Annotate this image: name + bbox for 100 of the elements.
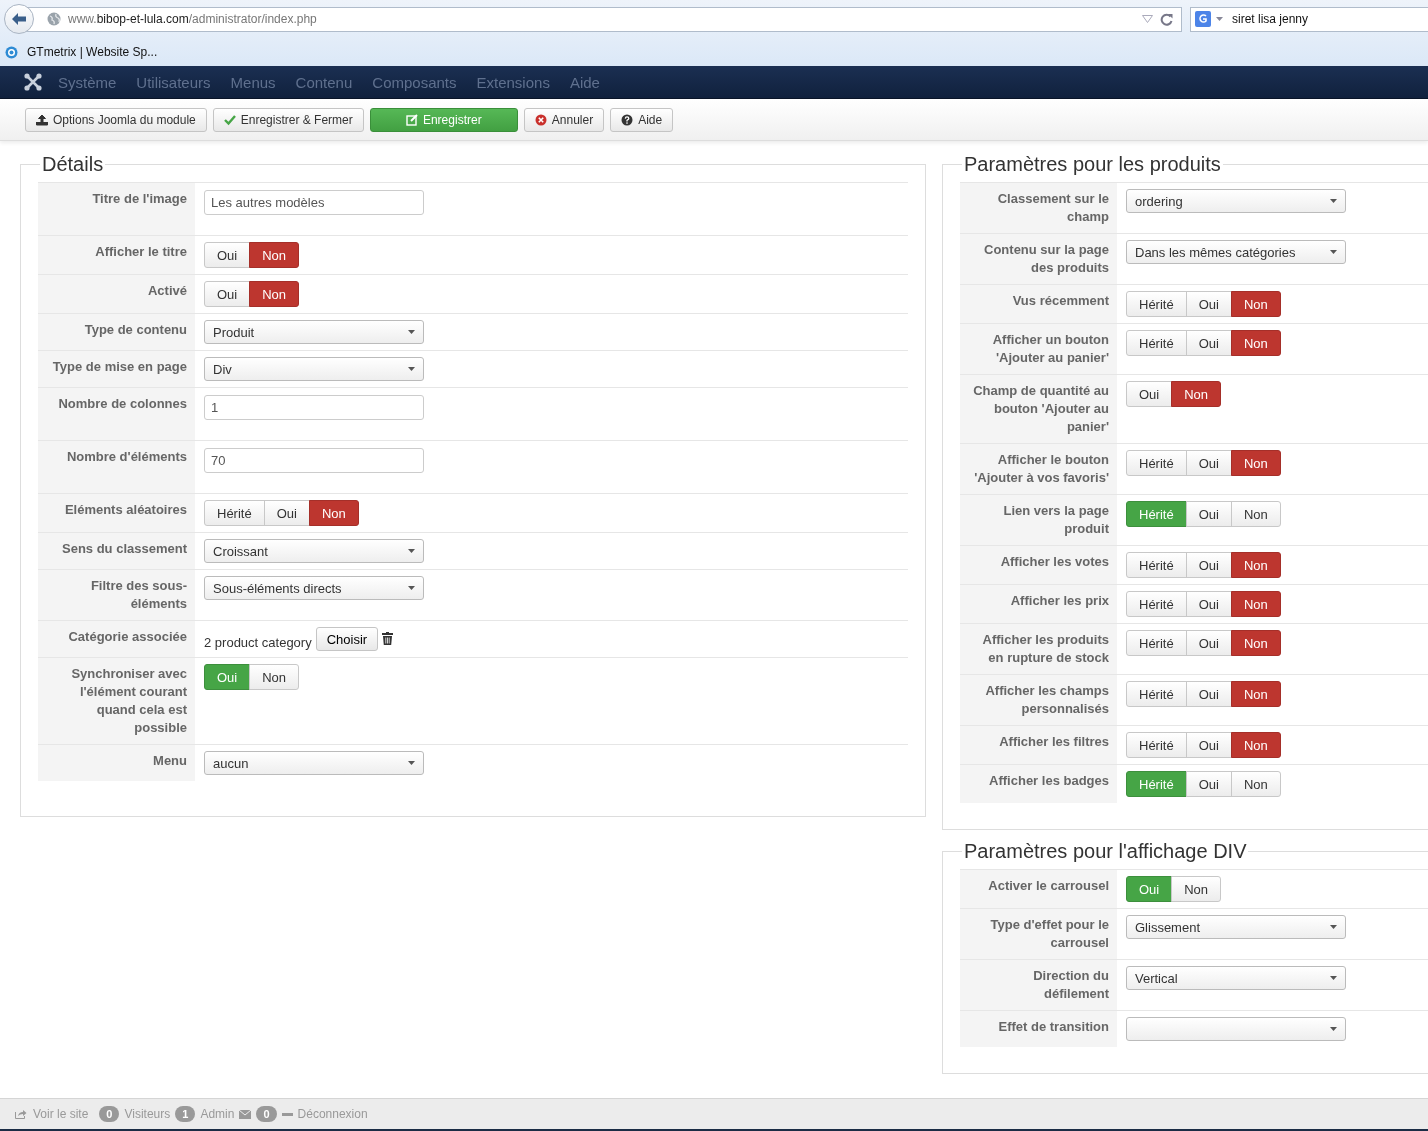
field-label: Effet de transition — [960, 1011, 1117, 1047]
field-label: Classement sur le champ — [960, 183, 1117, 233]
caret-icon — [408, 549, 415, 553]
caret-icon — [1330, 250, 1337, 254]
category-value: 2 product category — [204, 635, 312, 650]
section-title: Paramètres pour l'affichage DIV — [963, 840, 1248, 863]
toggle-option[interactable]: Hérité — [1126, 681, 1187, 707]
toggle-option[interactable]: Oui — [204, 242, 251, 268]
toolbar-button[interactable]: Enregistrer & Fermer — [212, 107, 364, 132]
field-label: Lien vers la page produit — [960, 495, 1117, 545]
share-icon — [15, 1109, 27, 1119]
toggle-option[interactable]: Non — [1230, 591, 1281, 617]
globe-icon — [47, 12, 61, 26]
caret-icon — [1216, 17, 1223, 21]
count-badge: 0 — [256, 1106, 277, 1122]
dropdown[interactable]: Croissant — [204, 539, 424, 563]
dropdown[interactable]: Dans les mêmes catégories — [1126, 240, 1346, 264]
dropdown[interactable]: Vertical — [1126, 966, 1346, 990]
edit-icon — [405, 113, 418, 126]
toggle-option[interactable]: Hérité — [1126, 330, 1187, 356]
choose-button[interactable]: Choisir — [315, 627, 379, 651]
toggle-option[interactable]: Non — [1230, 681, 1281, 707]
toggle-option[interactable]: Non — [1230, 552, 1281, 578]
toggle-option[interactable]: Non — [1230, 732, 1281, 758]
toolbar-button[interactable]: Aide — [610, 107, 674, 132]
toggle-option[interactable]: Oui — [1185, 630, 1232, 656]
x-circle-icon — [534, 113, 547, 126]
toggle-option[interactable]: Oui — [1185, 450, 1232, 476]
toggle-option[interactable]: Oui — [1185, 330, 1232, 356]
toggle-option[interactable]: Non — [308, 500, 359, 526]
dropdown[interactable]: Glissement — [1126, 915, 1346, 939]
field-label: Synchroniser avec l'élément courant quand cela est possible — [38, 658, 195, 744]
toggle-option[interactable]: Hérité — [1126, 450, 1187, 476]
dropdown[interactable]: Produit — [204, 320, 424, 344]
toggle-option[interactable]: Oui — [1185, 732, 1232, 758]
toggle-option[interactable]: Hérité — [1126, 552, 1187, 578]
toggle-option[interactable]: Non — [1230, 291, 1281, 317]
toggle-option[interactable]: Hérité — [204, 500, 265, 526]
toggle-option[interactable]: Non — [249, 281, 300, 307]
text-field[interactable]: 1 — [204, 395, 424, 420]
toggle-option[interactable]: Oui — [1185, 771, 1232, 797]
toolbar-button[interactable]: Options Joomla du module — [25, 107, 207, 132]
minus-icon — [281, 1112, 293, 1116]
count-badge: 1 — [175, 1106, 196, 1122]
field-label: Direction du défilement — [960, 960, 1117, 1010]
toggle-option[interactable]: Oui — [1185, 681, 1232, 707]
field-label: Afficher les filtres — [960, 726, 1117, 764]
toggle-option[interactable]: Hérité — [1126, 591, 1187, 617]
toggle-option[interactable]: Non — [1230, 330, 1281, 356]
toggle-option[interactable]: Oui — [1126, 381, 1173, 407]
bookmark-favicon-icon — [5, 45, 18, 59]
dropdown[interactable]: ordering — [1126, 189, 1346, 213]
toggle-option[interactable]: Non — [1230, 501, 1281, 527]
field-label: Vus récemment — [960, 285, 1117, 323]
count-badge: 0 — [99, 1106, 120, 1122]
toolbar-button[interactable]: Annuler — [523, 107, 605, 132]
toggle-option[interactable]: Hérité — [1126, 732, 1187, 758]
toggle-option[interactable]: Hérité — [1126, 291, 1187, 317]
search-field[interactable]: siret lisa jenny — [1190, 6, 1428, 32]
field-label: Titre de l'image — [38, 183, 195, 235]
toggle-option[interactable]: Oui — [1185, 501, 1232, 527]
field-label: Nombre d'éléments — [38, 441, 195, 493]
trash-icon — [382, 632, 394, 645]
toggle-option[interactable]: Non — [1230, 630, 1281, 656]
dropdown[interactable]: Div — [204, 357, 424, 381]
back-button[interactable] — [4, 4, 34, 34]
check-icon — [223, 113, 236, 126]
field-label: Menu — [38, 745, 195, 781]
address-field[interactable]: www.bibop-et-lula.com/administrator/index.php — [26, 6, 1182, 32]
toggle-option[interactable]: Oui — [1185, 552, 1232, 578]
text-field[interactable]: 70 — [204, 448, 424, 473]
dropdown[interactable]: aucun — [204, 751, 424, 775]
toggle-option[interactable]: Hérité — [1126, 630, 1187, 656]
toggle-option[interactable]: Non — [1171, 381, 1222, 407]
toggle-option[interactable]: Non — [1230, 450, 1281, 476]
field-label: Catégorie associée — [38, 621, 195, 657]
caret-icon — [408, 761, 415, 765]
search-text: siret lisa jenny — [1232, 12, 1309, 26]
reload-icon — [1160, 12, 1173, 26]
toggle-option[interactable]: Oui — [1185, 591, 1232, 617]
bookmark-link[interactable]: GTmetrix | Website Sp... — [5, 45, 158, 59]
status-label: Visiteurs — [124, 1107, 171, 1121]
field-label: Afficher le titre — [38, 236, 195, 274]
toggle-option[interactable]: Oui — [263, 500, 310, 526]
toggle-option[interactable]: Oui — [204, 281, 251, 307]
toggle-option[interactable]: Non — [1171, 876, 1222, 902]
arrow-left-icon — [11, 12, 27, 26]
dropdown[interactable]: Sous-éléments directs — [204, 576, 424, 600]
dropdown-triangle-icon — [1142, 15, 1153, 23]
toggle-option[interactable]: Non — [249, 664, 300, 690]
field-label: Contenu sur la page des produits — [960, 234, 1117, 284]
question-circle-icon — [621, 113, 634, 126]
text-field[interactable]: Les autres modèles — [204, 190, 424, 215]
field-label: Type de contenu — [38, 314, 195, 350]
field-label: Afficher les produits en rupture de stock — [960, 624, 1117, 674]
caret-icon — [408, 330, 415, 334]
toggle-option[interactable]: Oui — [1185, 291, 1232, 317]
toggle-option[interactable]: Non — [249, 242, 300, 268]
toggle-option[interactable]: Non — [1230, 771, 1281, 797]
upload-icon — [36, 113, 48, 126]
